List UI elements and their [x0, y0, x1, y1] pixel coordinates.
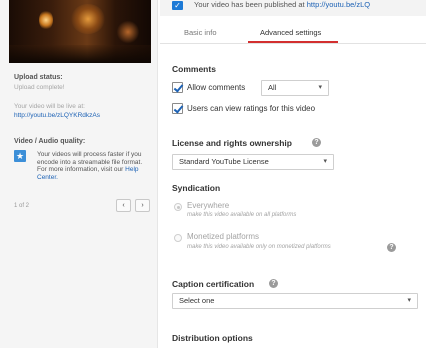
- next-page-button[interactable]: ›: [135, 199, 150, 212]
- comments-select[interactable]: All ▾: [261, 80, 329, 96]
- caption-heading: Caption certification: [172, 279, 255, 289]
- published-message: Your video has been published at http://…: [194, 0, 370, 9]
- video-url-link[interactable]: http://youtu.be/zLQYKRdkzAs: [14, 112, 100, 119]
- tab-advanced-settings[interactable]: Advanced settings: [260, 28, 321, 37]
- license-select[interactable]: Standard YouTube License ▾: [172, 154, 334, 170]
- license-select-value: Standard YouTube License: [179, 157, 269, 166]
- radio-monetized[interactable]: [174, 234, 182, 242]
- everywhere-label: Everywhere: [187, 201, 230, 210]
- quality-label: Video / Audio quality:: [14, 138, 86, 145]
- tab-basic-info[interactable]: Basic info: [184, 28, 217, 37]
- live-text: Your video will be live at:: [14, 103, 85, 110]
- license-heading: License and rights ownership: [172, 138, 292, 148]
- everywhere-sub: make this video available on all platfor…: [187, 212, 297, 218]
- distribution-heading: Distribution options: [172, 333, 253, 343]
- quality-description: Your videos will process faster if you e…: [37, 151, 147, 181]
- radio-everywhere[interactable]: [174, 203, 182, 211]
- chevron-down-icon: ▾: [407, 297, 411, 304]
- caption-help-icon[interactable]: ?: [269, 279, 278, 288]
- left-sidebar: Upload status: Upload complete! Your vid…: [0, 0, 158, 348]
- published-banner: ✓ Your video has been published at http:…: [160, 0, 426, 16]
- upload-status-value: Upload complete!: [14, 84, 65, 91]
- video-thumbnail: [9, 0, 151, 63]
- monetized-sub: make this video available only on moneti…: [187, 244, 331, 250]
- check-icon: ✓: [172, 1, 183, 10]
- monetized-help-icon[interactable]: ?: [387, 243, 396, 252]
- caption-select-value: Select one: [179, 296, 215, 305]
- view-ratings-label: Users can view ratings for this video: [187, 104, 316, 113]
- monetized-label: Monetized platforms: [187, 232, 260, 241]
- comments-heading: Comments: [172, 64, 216, 74]
- chevron-down-icon: ▾: [323, 158, 327, 165]
- info-icon: ★: [14, 150, 26, 162]
- pager-text: 1 of 2: [14, 203, 30, 209]
- allow-comments-label: Allow comments: [187, 83, 246, 92]
- comments-select-value: All: [268, 83, 277, 92]
- caption-select[interactable]: Select one ▾: [172, 293, 418, 309]
- active-tab-indicator: [248, 41, 338, 43]
- upload-status-label: Upload status:: [14, 74, 63, 81]
- published-text: Your video has been published at: [194, 0, 305, 9]
- syndication-heading: Syndication: [172, 183, 221, 193]
- allow-comments-checkbox[interactable]: [172, 82, 183, 93]
- view-ratings-checkbox[interactable]: [172, 103, 183, 114]
- chevron-down-icon: ▾: [318, 84, 322, 91]
- published-url-link[interactable]: http://youtu.be/zLQ: [307, 0, 370, 9]
- prev-page-button[interactable]: ‹: [116, 199, 131, 212]
- license-help-icon[interactable]: ?: [312, 138, 321, 147]
